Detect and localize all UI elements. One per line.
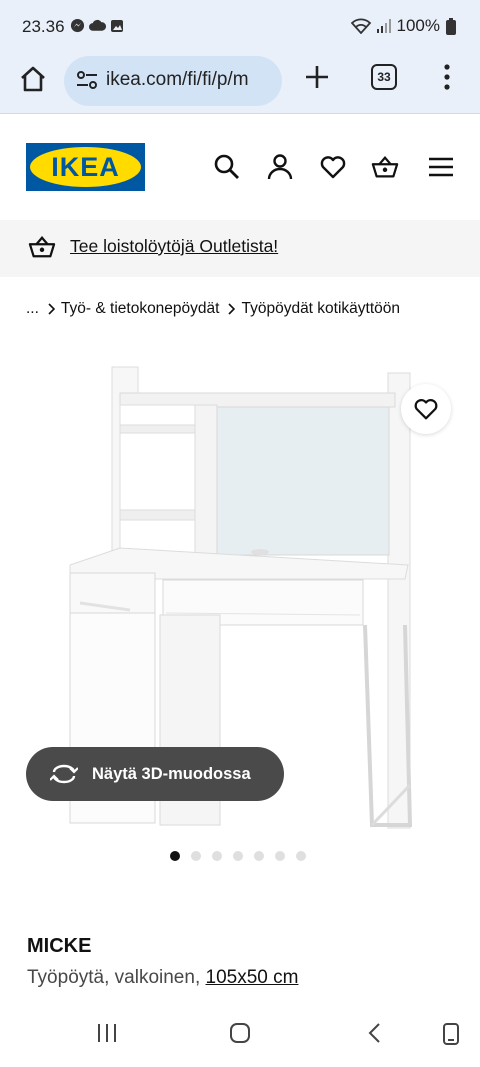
carousel-dot[interactable] <box>233 851 243 861</box>
image-icon <box>111 19 123 32</box>
url-bar[interactable]: ikea.com/fi/fi/p/m <box>64 56 282 106</box>
carousel-dot[interactable] <box>212 851 222 861</box>
system-nav-bar <box>0 1002 480 1067</box>
messenger-icon <box>70 18 85 33</box>
breadcrumb-item[interactable]: Työ- & tietokonepöydät <box>61 300 220 318</box>
carousel-dot[interactable] <box>191 851 201 861</box>
chevron-right-icon <box>228 303 236 315</box>
home-icon[interactable] <box>18 64 48 94</box>
more-options-icon[interactable] <box>434 62 460 92</box>
product-description: Työpöytä, valkoinen, 105x50 cm <box>27 967 298 989</box>
rotate-icon <box>50 764 78 784</box>
search-icon[interactable] <box>213 153 241 181</box>
view-3d-button[interactable]: Näytä 3D-muodossa <box>26 747 284 801</box>
breadcrumb-ellipsis[interactable]: ... <box>26 300 39 318</box>
ikea-logo[interactable]: IKEA <box>26 143 145 191</box>
breadcrumb-item[interactable]: Työpöydät kotikäyttöön <box>241 300 400 318</box>
carousel-dot[interactable] <box>254 851 264 861</box>
wifi-icon <box>350 18 371 34</box>
browser-toolbar: ikea.com/fi/fi/p/m 33 <box>0 52 480 114</box>
view-3d-label: Näytä 3D-muodossa <box>92 764 251 783</box>
basket-icon[interactable] <box>371 153 399 181</box>
home-nav-icon[interactable] <box>229 1022 251 1044</box>
carousel-dot[interactable] <box>170 851 180 861</box>
tab-switcher-button[interactable]: 33 <box>371 64 397 90</box>
product-description-text: Työpöytä, valkoinen, <box>27 967 201 988</box>
image-carousel-dots <box>170 851 306 861</box>
promo-link[interactable]: Tee loistolöytöjä Outletista! <box>70 236 278 257</box>
carousel-dot[interactable] <box>275 851 285 861</box>
outlet-basket-icon <box>28 236 56 258</box>
product-name: MICKE <box>27 935 92 957</box>
menu-icon[interactable] <box>427 153 455 181</box>
breadcrumb: ... Työ- & tietokonepöydät Työpöydät kot… <box>26 300 400 318</box>
status-right: 100% <box>350 16 456 36</box>
signal-icon <box>376 19 391 33</box>
battery-percent: 100% <box>396 16 440 35</box>
status-time: 23.36 <box>22 17 65 36</box>
keyboard-toggle-icon[interactable] <box>442 1022 460 1046</box>
favourite-button[interactable] <box>401 384 451 434</box>
new-tab-icon[interactable] <box>302 62 332 92</box>
url-text: ikea.com/fi/fi/p/m <box>106 69 249 90</box>
product-size-link[interactable]: 105x50 cm <box>206 967 299 988</box>
promo-banner[interactable]: Tee loistolöytöjä Outletista! <box>0 220 480 277</box>
recent-apps-icon[interactable] <box>96 1022 118 1044</box>
account-icon[interactable] <box>266 153 294 181</box>
heart-icon[interactable] <box>319 153 347 181</box>
site-settings-icon[interactable] <box>76 70 98 90</box>
back-icon[interactable] <box>367 1022 383 1044</box>
site-header: IKEA <box>0 115 480 220</box>
heart-icon <box>414 398 438 420</box>
chevron-right-icon <box>48 303 55 315</box>
status-bar: 23.36 100% <box>0 0 480 52</box>
logo-text: IKEA <box>51 151 120 182</box>
battery-icon <box>446 17 456 35</box>
cloud-icon <box>89 19 106 31</box>
carousel-dot[interactable] <box>296 851 306 861</box>
notification-icons <box>70 18 124 33</box>
